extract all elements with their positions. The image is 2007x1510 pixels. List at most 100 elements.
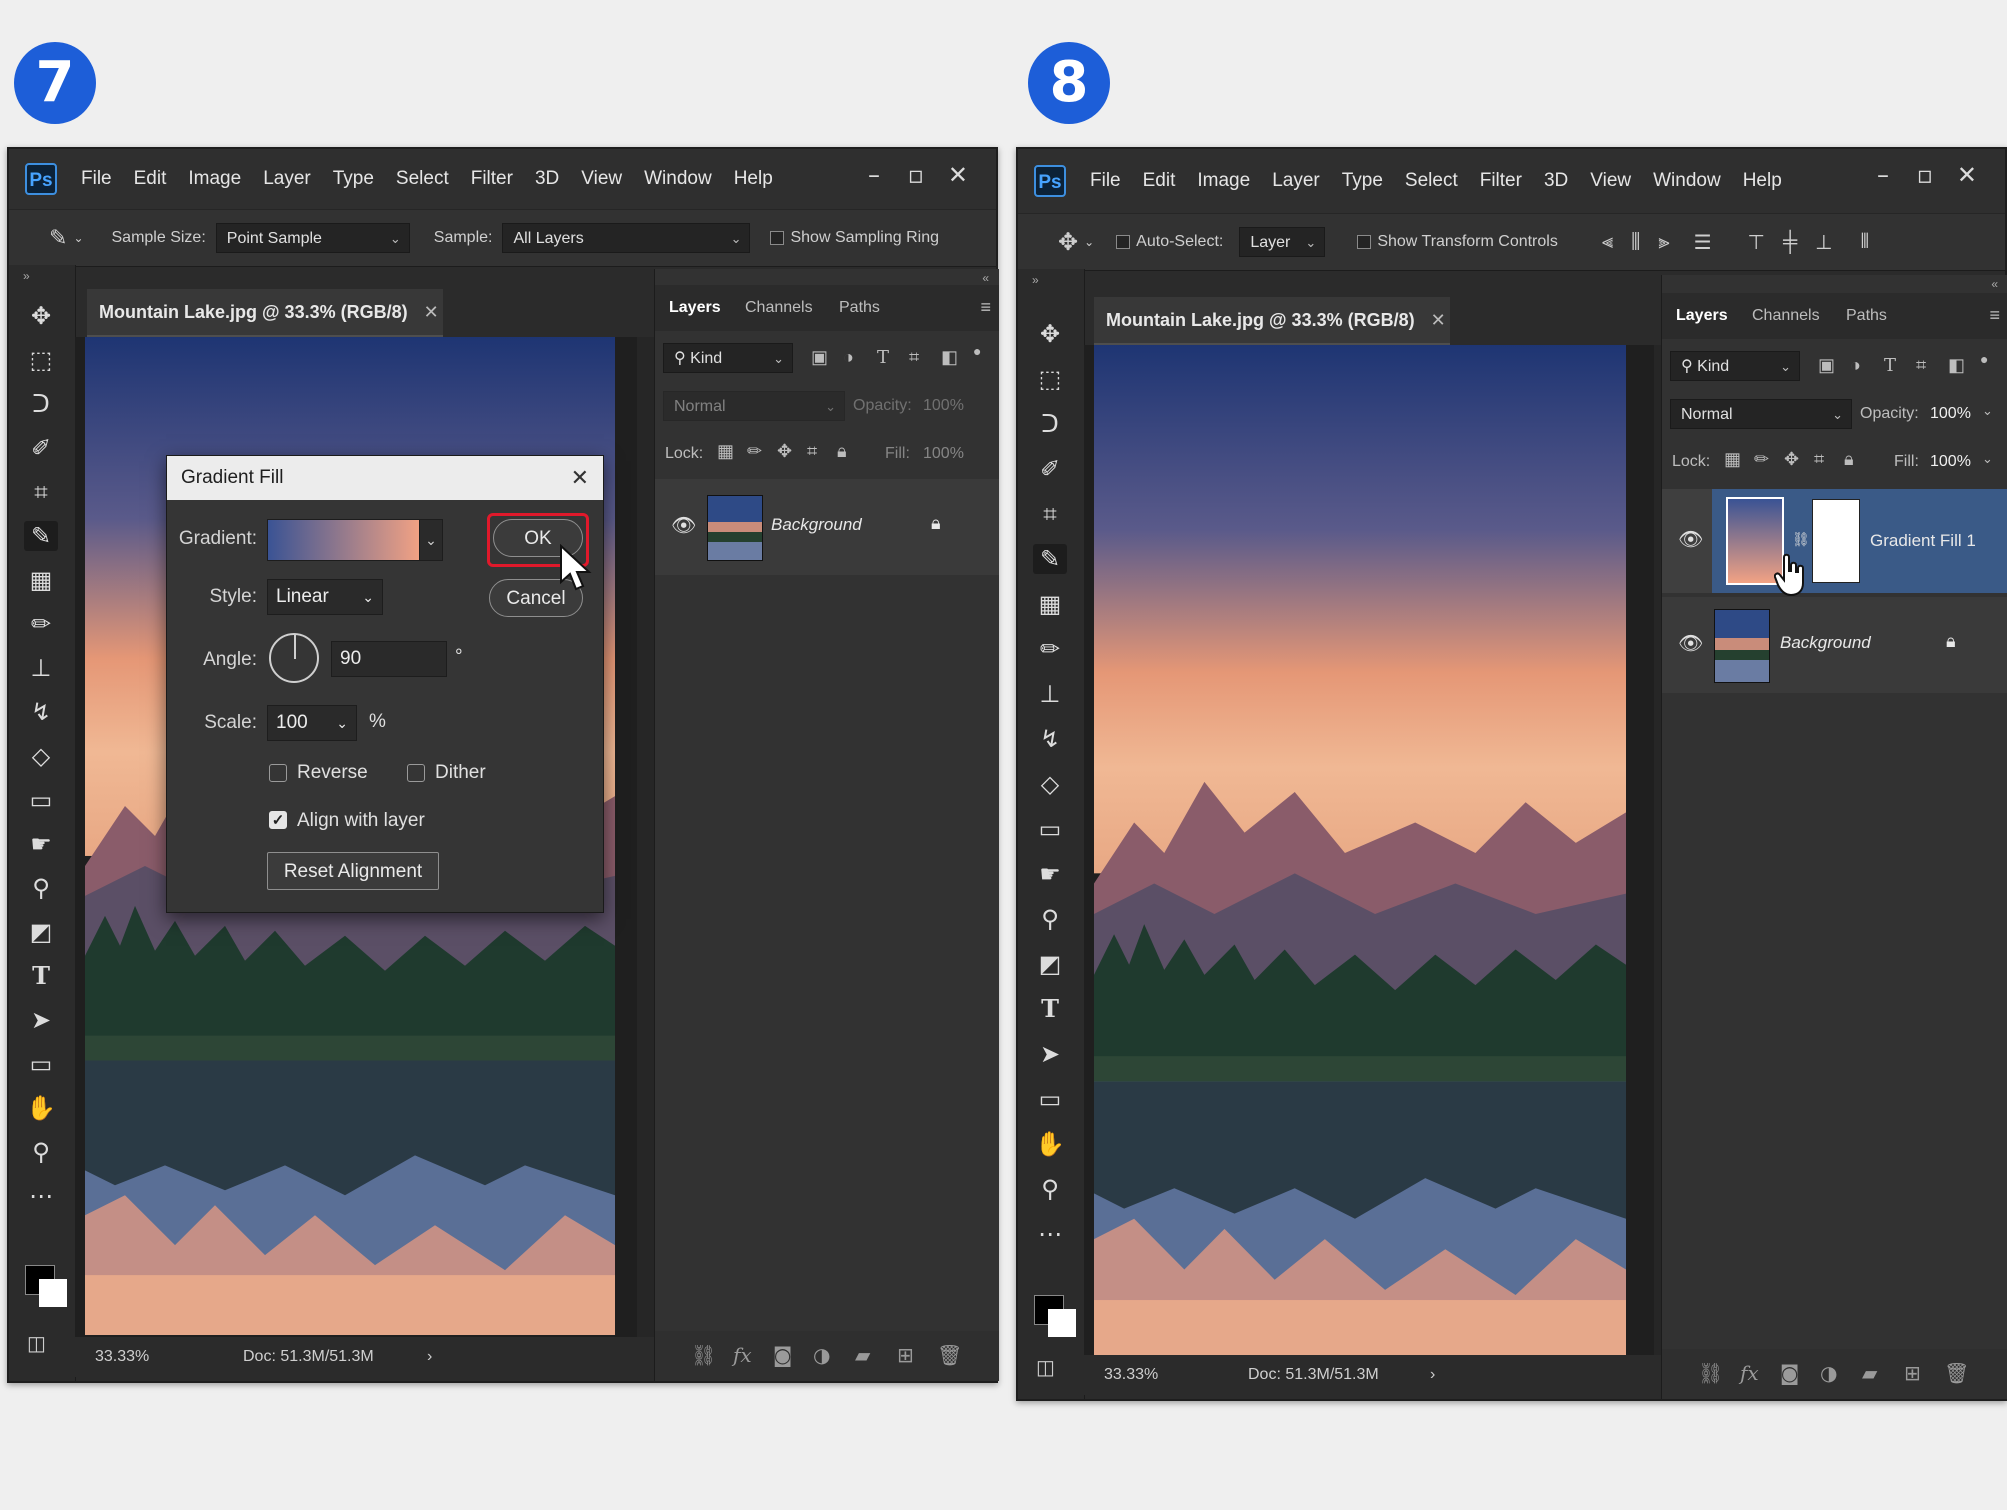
- tab-paths[interactable]: Paths: [839, 299, 880, 317]
- quick-select-icon[interactable]: ✐: [1033, 454, 1067, 484]
- link-layers-icon[interactable]: ⛓: [1698, 1361, 1723, 1385]
- lock-all-icon[interactable]: 🔒︎: [1844, 449, 1854, 470]
- gradient-preview[interactable]: [267, 519, 421, 561]
- close-icon[interactable]: ✕: [1957, 161, 1977, 189]
- quick-select-icon[interactable]: ✐: [24, 433, 58, 463]
- auto-select-target[interactable]: Layer ⌄: [1239, 227, 1326, 257]
- menu-3d[interactable]: 3D: [535, 168, 559, 190]
- tab-channels[interactable]: Channels: [1752, 307, 1820, 325]
- quick-mask-icon[interactable]: ◫: [27, 1331, 46, 1356]
- filter-adjustment-icon[interactable]: ◑: [1850, 355, 1861, 376]
- lock-position-icon[interactable]: ✥: [1784, 449, 1799, 470]
- eyedropper-icon[interactable]: ✎: [49, 226, 67, 251]
- zoom-level[interactable]: 33.33%: [95, 1337, 149, 1377]
- lock-artboard-icon[interactable]: ⌗: [807, 441, 817, 462]
- align-center-icon[interactable]: ⫼: [1631, 231, 1640, 254]
- align-top-icon[interactable]: ⊤: [1748, 230, 1765, 255]
- collapse-panel-icon[interactable]: «: [982, 271, 989, 285]
- menu-type[interactable]: Type: [333, 168, 374, 190]
- reverse-checkbox[interactable]: [269, 764, 287, 782]
- tab-paths[interactable]: Paths: [1846, 307, 1887, 325]
- close-tab-icon[interactable]: ✕: [1431, 310, 1446, 330]
- new-layer-icon[interactable]: ⊞: [897, 1343, 914, 1367]
- angle-input[interactable]: 90: [331, 641, 447, 677]
- menu-3d[interactable]: 3D: [1544, 170, 1568, 192]
- panel-menu-icon[interactable]: ≡: [1989, 305, 2000, 326]
- distribute-icon[interactable]: ☰: [1694, 230, 1712, 255]
- scale-input[interactable]: 100 ⌄: [267, 705, 357, 741]
- menu-edit[interactable]: Edit: [134, 168, 167, 190]
- auto-select-checkbox[interactable]: [1116, 235, 1131, 249]
- rectangle-icon[interactable]: ▭: [24, 1049, 58, 1079]
- brush-icon[interactable]: ✏: [1033, 634, 1067, 664]
- filter-smart-icon[interactable]: ◧: [941, 347, 958, 368]
- crop-icon[interactable]: ⌗: [24, 477, 58, 507]
- menu-image[interactable]: Image: [188, 168, 241, 190]
- chevron-down-icon[interactable]: ⌄: [1084, 235, 1094, 249]
- align-with-layer-checkbox[interactable]: ✓: [269, 811, 287, 829]
- marquee-icon[interactable]: ⬚: [1033, 364, 1067, 394]
- tab-layers[interactable]: Layers: [669, 299, 721, 317]
- link-chain-icon[interactable]: ⛓: [1792, 531, 1810, 548]
- menu-window[interactable]: Window: [644, 168, 712, 190]
- hand-icon[interactable]: ✋: [24, 1093, 58, 1123]
- move-tool-icon[interactable]: ✥: [1058, 228, 1078, 256]
- align-right-icon[interactable]: ⫸: [1658, 231, 1669, 254]
- sample-select[interactable]: All Layers ⌄: [502, 223, 751, 253]
- eyedropper-tool-icon[interactable]: ✎: [1033, 544, 1067, 574]
- menu-select[interactable]: Select: [1405, 170, 1458, 192]
- minimize-icon[interactable]: –: [1877, 161, 1889, 189]
- pen-icon[interactable]: ◩: [1033, 949, 1067, 979]
- fill-chevron-icon[interactable]: ⌄: [1982, 451, 1993, 467]
- maximize-icon[interactable]: ▫: [1917, 161, 1933, 189]
- menu-type[interactable]: Type: [1342, 170, 1383, 192]
- layer-row-gradient-fill[interactable]: 👁︎ ⛓ Gradient Fill 1: [1662, 489, 2007, 597]
- chevron-right-icon[interactable]: ›: [1430, 1355, 1435, 1395]
- lock-pixels-icon[interactable]: ▦: [717, 441, 734, 462]
- tab-layers[interactable]: Layers: [1676, 307, 1728, 325]
- lasso-icon[interactable]: ᑐ: [24, 389, 58, 419]
- fill-value[interactable]: 100%: [1930, 453, 1971, 471]
- sampling-ring-checkbox[interactable]: [770, 231, 785, 245]
- history-brush-icon[interactable]: ↯: [24, 697, 58, 727]
- link-layers-icon[interactable]: ⛓: [691, 1343, 716, 1367]
- blend-mode-select[interactable]: Normal ⌄: [1670, 399, 1852, 429]
- lasso-icon[interactable]: ᑐ: [1033, 409, 1067, 439]
- layer-row-background[interactable]: 👁︎ Background 🔒︎: [655, 479, 999, 575]
- blur-icon[interactable]: ☛: [1033, 859, 1067, 889]
- healing-icon[interactable]: ▦: [1033, 589, 1067, 619]
- group-icon[interactable]: ▰: [855, 1343, 870, 1367]
- filter-shape-icon[interactable]: ⌗: [909, 347, 919, 368]
- zoom-icon[interactable]: ⚲: [1033, 1174, 1067, 1204]
- minimize-icon[interactable]: –: [868, 161, 880, 189]
- menu-help[interactable]: Help: [734, 168, 773, 190]
- add-mask-icon[interactable]: ◙: [773, 1343, 792, 1367]
- filter-shape-icon[interactable]: ⌗: [1916, 355, 1926, 376]
- chevron-right-icon[interactable]: ›: [427, 1337, 432, 1377]
- adjustment-layer-icon[interactable]: ◑: [1820, 1361, 1837, 1385]
- tab-channels[interactable]: Channels: [745, 299, 813, 317]
- canvas-image[interactable]: [1094, 345, 1626, 1361]
- menu-image[interactable]: Image: [1197, 170, 1250, 192]
- lock-all-icon[interactable]: 🔒︎: [837, 441, 847, 462]
- opacity-chevron-icon[interactable]: ⌄: [1982, 403, 1993, 419]
- more-icon[interactable]: ⋯: [1033, 1219, 1067, 1249]
- zoom-icon[interactable]: ⚲: [24, 1137, 58, 1167]
- history-brush-icon[interactable]: ↯: [1033, 724, 1067, 754]
- filter-smart-icon[interactable]: ◧: [1948, 355, 1965, 376]
- collapse-panel-icon[interactable]: «: [1991, 277, 1998, 291]
- style-select[interactable]: Linear ⌄: [267, 579, 383, 615]
- close-icon[interactable]: ✕: [948, 161, 968, 189]
- visibility-eye-icon[interactable]: 👁︎: [1678, 631, 1703, 656]
- path-select-icon[interactable]: ➤: [24, 1005, 58, 1035]
- healing-icon[interactable]: ▦: [24, 565, 58, 595]
- panel-menu-icon[interactable]: ≡: [980, 297, 991, 318]
- menu-layer[interactable]: Layer: [1272, 170, 1320, 192]
- dodge-icon[interactable]: ⚲: [1033, 904, 1067, 934]
- align-left-icon[interactable]: ⫷: [1602, 231, 1613, 254]
- add-mask-icon[interactable]: ◙: [1780, 1361, 1799, 1385]
- visibility-eye-icon[interactable]: 👁︎: [671, 513, 696, 538]
- stamp-icon[interactable]: ⊥: [1033, 679, 1067, 709]
- marquee-icon[interactable]: ⬚: [24, 345, 58, 375]
- eraser-icon[interactable]: ◇: [24, 741, 58, 771]
